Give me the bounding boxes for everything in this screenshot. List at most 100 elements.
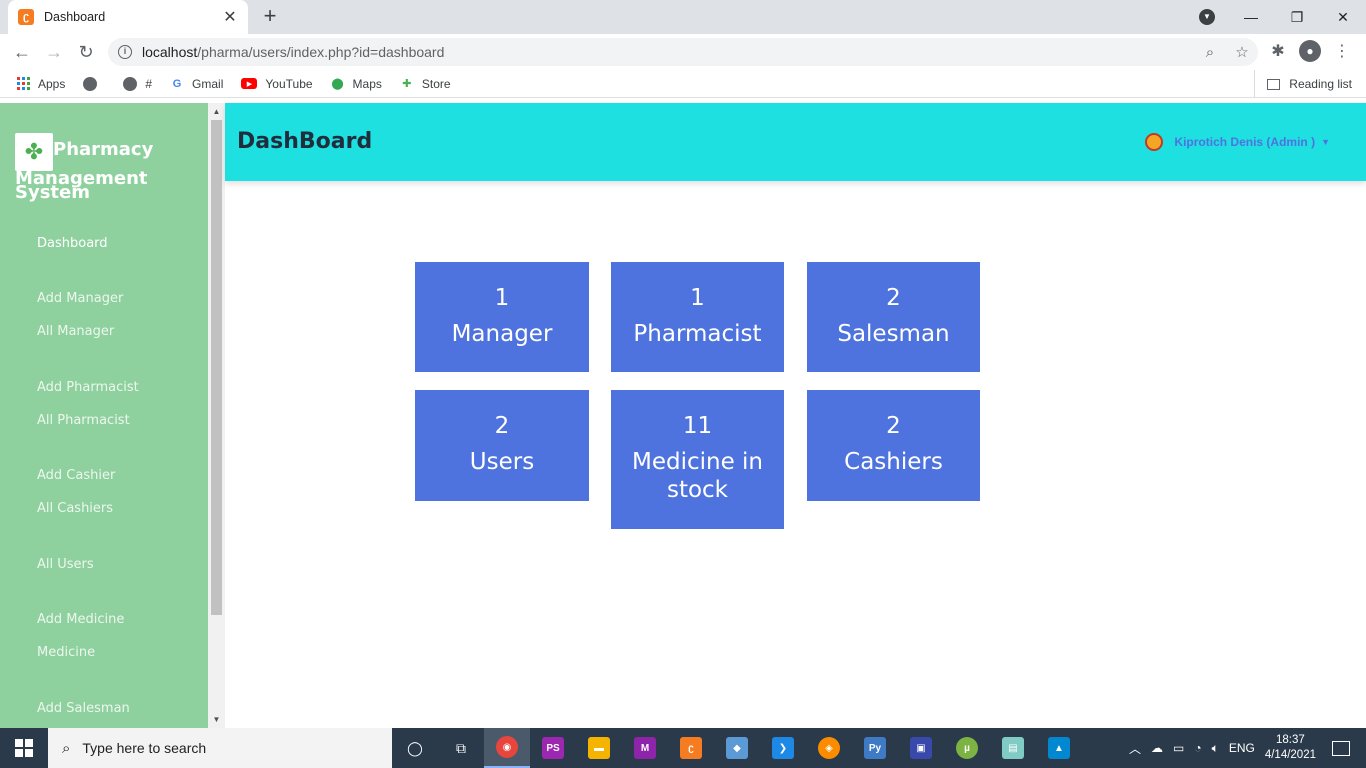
stat-card-medicine-in-stock[interactable]: 11 Medicine in stock bbox=[611, 390, 784, 529]
bookmark-youtube[interactable]: ▶ YouTube bbox=[241, 76, 313, 91]
bookmark-label: Apps bbox=[38, 76, 66, 91]
torrent-taskbar-icon[interactable]: µ bbox=[944, 728, 990, 768]
stat-card-pharmacist[interactable]: 1 Pharmacist bbox=[611, 262, 784, 372]
sidebar-item-dashboard[interactable]: Dashboard bbox=[37, 236, 108, 251]
bookmarks-bar: Apps # G Gmail ▶ YouTube ⬤ Maps ✚ Store … bbox=[0, 70, 1366, 98]
task-view-icon[interactable]: ⧉ bbox=[438, 728, 484, 768]
stat-card-salesman[interactable]: 2 Salesman bbox=[807, 262, 980, 372]
bookmark-gmail[interactable]: G Gmail bbox=[170, 76, 224, 91]
google-icon: G bbox=[172, 77, 182, 90]
browser-tab-dashboard[interactable]: ʗ Dashboard ✕ bbox=[8, 0, 248, 34]
bookmark-maps[interactable]: ⬤ Maps bbox=[331, 77, 382, 91]
address-bar[interactable]: i localhost/pharma/users/index.php?id=da… bbox=[108, 38, 1258, 66]
caret-down-icon: ▼ bbox=[1321, 137, 1330, 147]
bookmark-globe[interactable] bbox=[83, 76, 105, 91]
sidebar-item-all-manager[interactable]: All Manager bbox=[37, 324, 114, 339]
battery-icon[interactable]: ▭ bbox=[1173, 741, 1184, 755]
user-name: Kiprotich Denis (Admin ) bbox=[1174, 135, 1316, 149]
card-count: 1 bbox=[690, 285, 705, 311]
url-path: /pharma/users/index.php?id=dashboard bbox=[197, 44, 445, 60]
bookmark-store[interactable]: ✚ Store bbox=[400, 76, 451, 91]
reading-list-label: Reading list bbox=[1289, 77, 1352, 91]
sidebar-item-all-cashiers[interactable]: All Cashiers bbox=[37, 501, 113, 516]
user-avatar bbox=[1145, 133, 1164, 151]
menu-kebab-icon[interactable]: ⋮ bbox=[1326, 41, 1358, 61]
restore-icon[interactable]: ❐ bbox=[1274, 9, 1320, 26]
xampp-taskbar-icon[interactable]: ʗ bbox=[668, 728, 714, 768]
stat-card-users[interactable]: 2 Users bbox=[415, 390, 589, 501]
close-window-icon[interactable]: ✕ bbox=[1320, 9, 1366, 26]
brave-taskbar-icon[interactable]: ◈ bbox=[806, 728, 852, 768]
bookmark-apps[interactable]: Apps bbox=[16, 77, 65, 91]
new-tab-button[interactable]: + bbox=[258, 4, 282, 28]
language-indicator[interactable]: ENG bbox=[1229, 741, 1255, 755]
sidebar-item-medicine[interactable]: Medicine bbox=[37, 645, 95, 660]
tab-title: Dashboard bbox=[44, 10, 106, 24]
sidebar-item-add-salesman[interactable]: Add Salesman bbox=[37, 701, 130, 716]
vscode-taskbar-icon[interactable]: ❯ bbox=[760, 728, 806, 768]
phpstorm-taskbar-icon[interactable]: PS bbox=[530, 728, 576, 768]
virtualbox-taskbar-icon[interactable]: ◆ bbox=[714, 728, 760, 768]
sidebar-item-add-cashier[interactable]: Add Cashier bbox=[37, 468, 115, 483]
taskbar-search-box[interactable]: ⌕ Type here to search bbox=[48, 728, 392, 768]
clock-time: 18:37 bbox=[1276, 734, 1305, 746]
bookmark-hash[interactable]: # bbox=[123, 76, 152, 91]
chrome-taskbar-icon[interactable]: ◉ bbox=[484, 728, 530, 768]
scroll-up-arrow-icon[interactable]: ▲ bbox=[208, 103, 225, 120]
url-text[interactable]: localhost/pharma/users/index.php?id=dash… bbox=[142, 44, 1194, 60]
photos-taskbar-icon[interactable]: ▲ bbox=[1036, 728, 1082, 768]
stat-card-manager[interactable]: 1 Manager bbox=[415, 262, 589, 372]
card-label: Salesman bbox=[837, 321, 950, 347]
toolbar-right: ✱ ● ⋮ bbox=[1262, 40, 1358, 62]
url-host: localhost bbox=[142, 44, 198, 60]
stat-card-cashiers[interactable]: 2 Cashiers bbox=[807, 390, 980, 501]
bookmark-star-icon[interactable]: ☆ bbox=[1226, 43, 1258, 61]
volume-icon[interactable]: 🔈︎ bbox=[1212, 741, 1219, 756]
page-title: DashBoard bbox=[237, 129, 373, 154]
sidebar-item-add-manager[interactable]: Add Manager bbox=[37, 291, 123, 306]
bookmark-label: YouTube bbox=[265, 76, 313, 91]
bookmark-label: Gmail bbox=[192, 76, 224, 91]
user-dropdown[interactable]: Kiprotich Denis (Admin ) ▼ bbox=[1145, 133, 1330, 151]
sidebar-item-all-pharmacist[interactable]: All Pharmacist bbox=[37, 413, 130, 428]
globe-icon bbox=[123, 76, 138, 91]
sidebar-scrollbar[interactable]: ▲ ▼ bbox=[208, 103, 225, 728]
reading-list-button[interactable]: Reading list bbox=[1254, 70, 1352, 98]
sidebar-item-all-users[interactable]: All Users bbox=[37, 557, 94, 572]
sidebar: ✤ Pharmacy Management System Dashboard A… bbox=[0, 103, 208, 728]
chevron-up-icon[interactable]: ︿ bbox=[1129, 740, 1141, 757]
card-count: 2 bbox=[886, 413, 901, 439]
scroll-down-arrow-icon[interactable]: ▼ bbox=[208, 711, 225, 728]
sidebar-item-add-pharmacist[interactable]: Add Pharmacist bbox=[37, 380, 139, 395]
pharmacy-logo-icon: ✤ bbox=[15, 133, 53, 171]
browser-toolbar: ← → ↻ i localhost/pharma/users/index.php… bbox=[0, 34, 1366, 70]
scroll-thumb[interactable] bbox=[211, 120, 222, 615]
notifications-icon[interactable] bbox=[1332, 740, 1350, 756]
onedrive-cloud-icon[interactable]: ☁ bbox=[1151, 741, 1163, 755]
wifi-icon[interactable]: ◔ bbox=[1194, 741, 1201, 755]
network-tool-taskbar-icon[interactable]: ▣ bbox=[898, 728, 944, 768]
minimize-icon[interactable]: — bbox=[1228, 9, 1274, 25]
windows-taskbar: ⌕ Type here to search ◯ ⧉ ◉ PS ▬ M ʗ ◆ ❯… bbox=[0, 728, 1366, 768]
forward-arrow-icon[interactable]: → bbox=[38, 42, 70, 63]
site-info-icon[interactable]: i bbox=[118, 45, 132, 59]
start-button[interactable] bbox=[0, 728, 48, 768]
profile-avatar-icon[interactable]: ● bbox=[1299, 40, 1321, 62]
zoom-icon[interactable]: ⌕ bbox=[1194, 44, 1226, 61]
sidebar-item-add-medicine[interactable]: Add Medicine bbox=[37, 612, 124, 627]
clock[interactable]: 18:37 4/14/2021 bbox=[1265, 733, 1316, 763]
xampp-favicon-icon: ʗ bbox=[18, 9, 34, 25]
bookmark-label: Store bbox=[421, 76, 451, 91]
cortana-icon[interactable]: ◯ bbox=[392, 728, 438, 768]
close-tab-icon[interactable]: ✕ bbox=[222, 7, 238, 27]
tab-search-icon[interactable]: ▼ bbox=[1199, 9, 1215, 25]
file-explorer-taskbar-icon[interactable]: ▬ bbox=[576, 728, 622, 768]
notes-taskbar-icon[interactable]: ▤ bbox=[990, 728, 1036, 768]
extensions-icon[interactable]: ✱ bbox=[1262, 41, 1294, 61]
python-taskbar-icon[interactable]: Py bbox=[852, 728, 898, 768]
system-tray: ︿ ☁ ▭ ◔ 🔈︎ ENG 18:37 4/14/2021 bbox=[1129, 728, 1366, 768]
mathpad-taskbar-icon[interactable]: M bbox=[622, 728, 668, 768]
reload-icon[interactable]: ↻ bbox=[70, 42, 102, 63]
back-arrow-icon[interactable]: ← bbox=[6, 42, 38, 63]
brand-line-3: System bbox=[15, 182, 90, 203]
